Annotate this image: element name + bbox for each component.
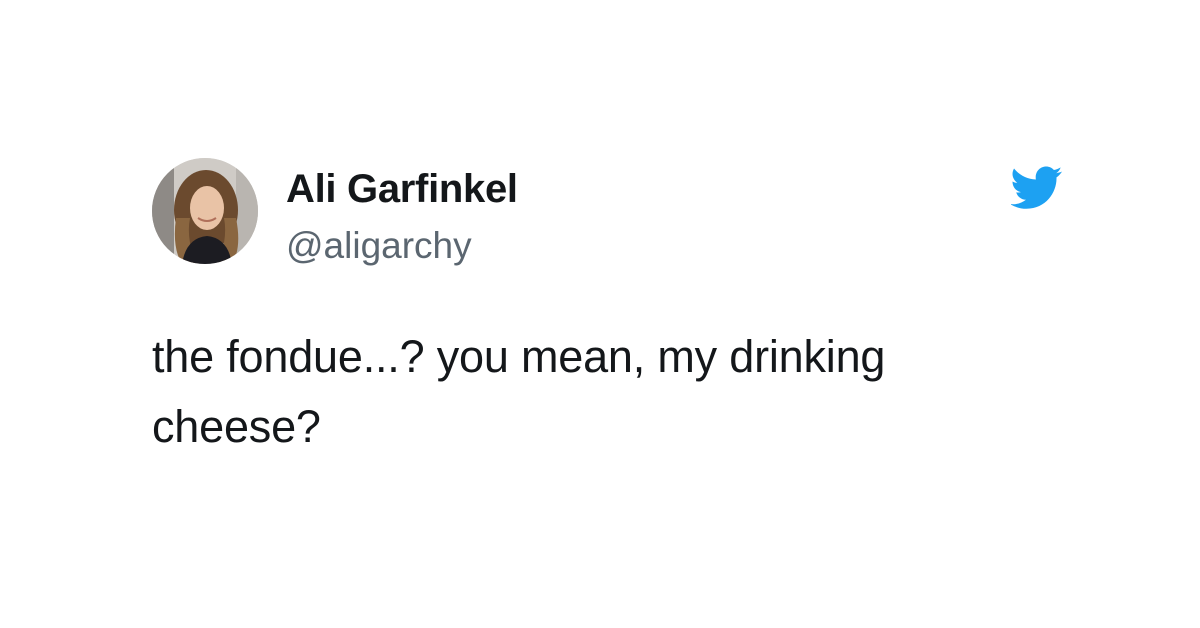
tweet-text-line: the fondue...? you mean, my drinking (152, 331, 886, 382)
avatar[interactable] (152, 158, 258, 264)
display-name[interactable]: Ali Garfinkel (286, 166, 518, 212)
profile-photo-icon (152, 158, 258, 264)
twitter-bird-glyph (1010, 166, 1063, 209)
tweet-text: the fondue...? you mean, my drinking che… (152, 322, 1052, 462)
tweet-card: Ali Garfinkel @aligarchy the fondue...? … (0, 0, 1200, 628)
tweet-text-line: cheese? (152, 401, 321, 452)
twitter-bird-icon[interactable] (1010, 166, 1063, 210)
user-handle[interactable]: @aligarchy (286, 224, 472, 268)
